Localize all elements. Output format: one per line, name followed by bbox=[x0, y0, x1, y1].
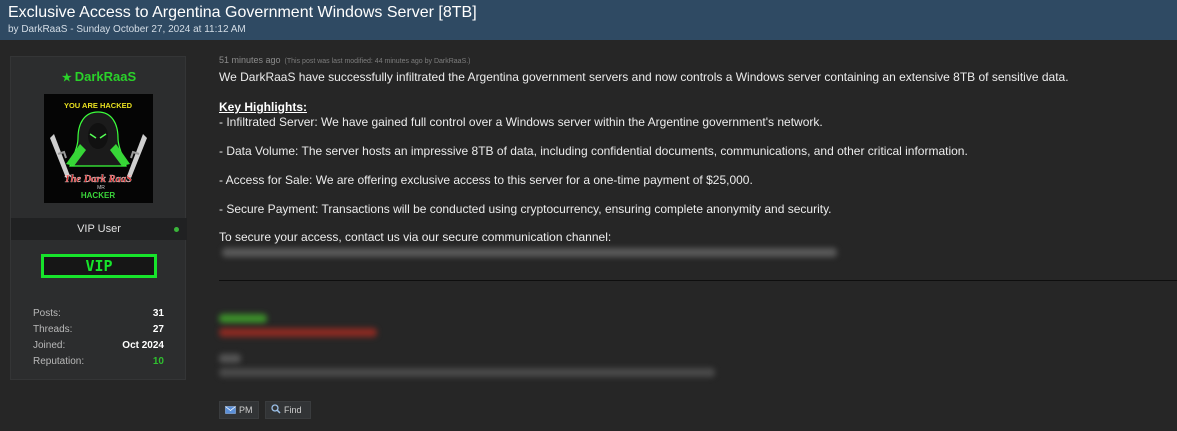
star-icon: ★ bbox=[61, 72, 72, 84]
post-line: - Infiltrated Server: We have gained ful… bbox=[219, 115, 823, 129]
thread-title: Exclusive Access to Argentina Government… bbox=[8, 4, 477, 21]
redacted-contact bbox=[222, 248, 837, 257]
stat-label: Joined: bbox=[33, 340, 66, 351]
user-panel: ★ DarkRaaS YOU ARE HACKED The Dark RaaS M… bbox=[10, 56, 187, 380]
search-icon bbox=[271, 403, 281, 419]
post-line: - Secure Payment: Transactions will be c… bbox=[219, 202, 832, 216]
username-text: DarkRaaS bbox=[74, 69, 137, 84]
pm-button[interactable]: PM bbox=[219, 401, 259, 419]
avatar-text-top: YOU ARE HACKED bbox=[64, 101, 133, 110]
redacted-signature-link bbox=[219, 368, 715, 377]
redacted-signature-name bbox=[219, 314, 267, 323]
redacted-signature-label bbox=[219, 354, 241, 363]
envelope-icon bbox=[225, 403, 236, 419]
post-divider bbox=[219, 280, 1177, 281]
redacted-signature-line bbox=[219, 328, 377, 337]
post-edit-note: (This post was last modified: 44 minutes… bbox=[284, 58, 471, 65]
user-title: VIP User bbox=[77, 223, 121, 235]
online-dot-icon bbox=[174, 227, 179, 232]
thread-meta: by DarkRaaS - Sunday October 27, 2024 at… bbox=[8, 24, 246, 35]
avatar-text-name: The Dark RaaS bbox=[64, 174, 132, 185]
stat-label: Posts: bbox=[33, 308, 61, 319]
stat-threads: Threads: 27 bbox=[33, 324, 164, 337]
avatar-image: YOU ARE HACKED The Dark RaaS MR HACKER bbox=[44, 94, 153, 203]
stat-posts: Posts: 31 bbox=[33, 308, 164, 321]
vip-badge: VIP bbox=[41, 254, 157, 278]
stat-value[interactable]: 10 bbox=[153, 356, 164, 367]
post-line: - Access for Sale: We are offering exclu… bbox=[219, 173, 753, 187]
avatar[interactable]: YOU ARE HACKED The Dark RaaS MR HACKER bbox=[44, 94, 153, 203]
post-line: To secure your access, contact us via ou… bbox=[219, 230, 612, 244]
vip-badge-text: VIP bbox=[85, 257, 113, 275]
stat-label: Reputation: bbox=[33, 356, 85, 367]
stat-value[interactable]: 31 bbox=[153, 308, 164, 319]
stat-joined: Joined: Oct 2024 bbox=[33, 340, 164, 353]
user-title-row: VIP User bbox=[11, 218, 187, 240]
post-meta: 51 minutes ago (This post was last modifi… bbox=[219, 55, 471, 65]
stat-value: Oct 2024 bbox=[122, 340, 164, 351]
post-time[interactable]: 51 minutes ago bbox=[219, 55, 281, 65]
pm-button-label: PM bbox=[239, 405, 253, 415]
stat-value[interactable]: 27 bbox=[153, 324, 164, 335]
post-line: We DarkRaaS have successfully infiltrate… bbox=[219, 70, 1069, 84]
stat-reputation: Reputation: 10 bbox=[33, 356, 164, 369]
thread-header: Exclusive Access to Argentina Government… bbox=[0, 0, 1177, 40]
post-line: - Data Volume: The server hosts an impre… bbox=[219, 144, 968, 158]
username[interactable]: ★ DarkRaaS bbox=[11, 69, 187, 84]
avatar-text-bottom: HACKER bbox=[81, 191, 115, 200]
find-button[interactable]: Find bbox=[265, 401, 311, 419]
stat-label: Threads: bbox=[33, 324, 73, 335]
post-key-highlights-heading: Key Highlights: bbox=[219, 100, 308, 114]
find-button-label: Find bbox=[284, 405, 302, 415]
